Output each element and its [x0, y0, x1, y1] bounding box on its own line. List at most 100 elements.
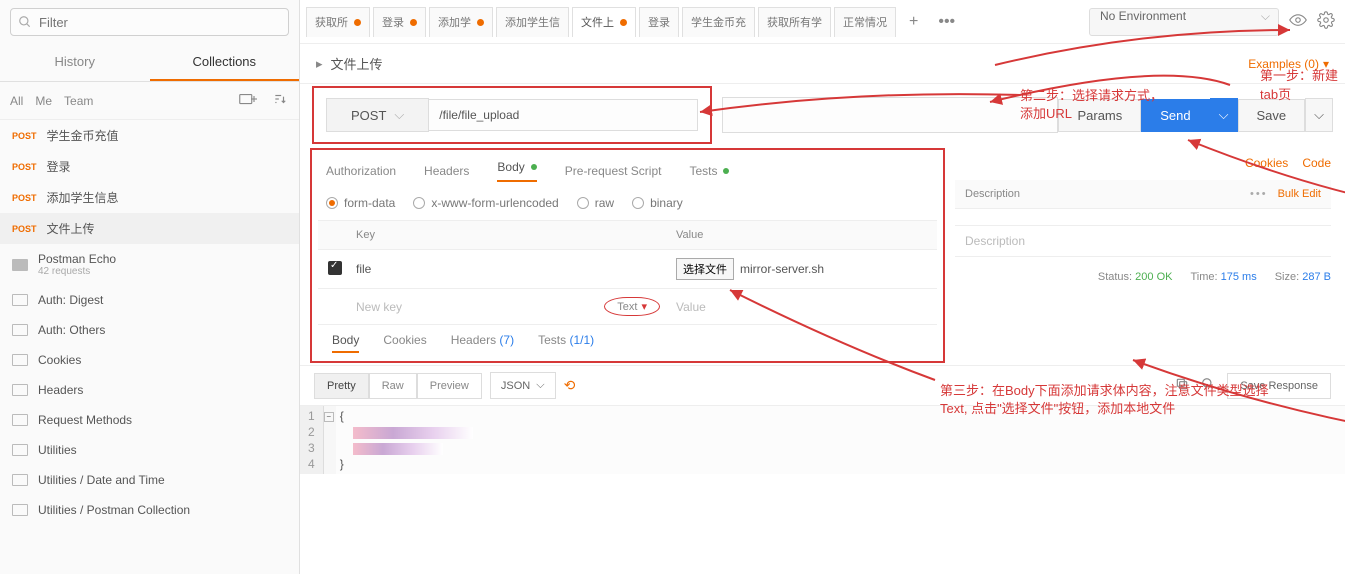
col-description: Description — [965, 188, 1225, 200]
url-input[interactable] — [429, 99, 698, 131]
folder-item[interactable]: Postman Echo42 requests — [0, 244, 299, 285]
folder-item[interactable]: Utilities / Date and Time — [0, 465, 299, 495]
indicator-dot-icon — [723, 168, 729, 174]
request-tab[interactable]: 获取所有学 — [758, 7, 831, 37]
folder-icon — [12, 444, 28, 456]
request-item[interactable]: POST添加学生信息 — [0, 182, 299, 213]
folder-icon — [12, 384, 28, 396]
copy-icon[interactable] — [1175, 377, 1189, 394]
filter-me[interactable]: Me — [35, 94, 52, 108]
col-key: Key — [356, 229, 676, 241]
request-tab[interactable]: 学生金币充 — [682, 7, 755, 37]
cookies-link[interactable]: Cookies — [1245, 156, 1288, 170]
sidebar: History Collections All Me Team POST学生金币… — [0, 0, 300, 574]
unsaved-dot-icon — [477, 19, 484, 26]
checkbox-icon[interactable] — [328, 261, 342, 275]
sort-icon[interactable] — [271, 90, 289, 111]
status-value: 200 OK — [1135, 271, 1172, 283]
new-tab-button[interactable]: + — [899, 13, 928, 31]
method-select[interactable]: POST⌵ — [326, 98, 429, 132]
type-select[interactable]: Text▾ — [604, 297, 660, 316]
environment-select[interactable]: No Environment⌵ — [1089, 8, 1279, 36]
tab-body[interactable]: Body — [497, 160, 536, 182]
tab-prerequest[interactable]: Pre-request Script — [565, 160, 662, 182]
examples-link[interactable]: Examples (0)▾ — [1248, 57, 1329, 71]
tab-overflow-button[interactable]: ••• — [928, 13, 965, 31]
radio-raw[interactable]: raw — [577, 196, 614, 210]
search-response-icon[interactable] — [1201, 377, 1215, 394]
save-chevron-button[interactable]: ⌵ — [1305, 98, 1333, 132]
indicator-dot-icon — [531, 164, 537, 170]
lang-select[interactable]: JSON⌵ — [490, 372, 556, 399]
raw-button[interactable]: Raw — [369, 373, 417, 399]
folder-icon — [12, 354, 28, 366]
file-select-button[interactable]: 选择文件 — [676, 258, 734, 280]
size-value: 287 B — [1302, 271, 1331, 283]
response-tab-body[interactable]: Body — [332, 333, 359, 353]
unsaved-dot-icon — [410, 19, 417, 26]
folder-icon — [12, 414, 28, 426]
request-tab[interactable]: 添加学 — [429, 7, 493, 37]
filter-team[interactable]: Team — [64, 94, 93, 108]
folder-item[interactable]: Utilities / Postman Collection — [0, 495, 299, 525]
more-icon[interactable]: ••• — [1250, 188, 1268, 200]
key-cell[interactable]: file — [356, 262, 676, 276]
kv-row-new[interactable]: New keyText▾ Value — [318, 289, 937, 325]
folder-item[interactable]: Auth: Digest — [0, 285, 299, 315]
radio-formdata[interactable]: form-data — [326, 196, 395, 210]
bulk-edit-link[interactable]: Bulk Edit — [1278, 188, 1321, 200]
request-item[interactable]: POST登录 — [0, 151, 299, 182]
request-item[interactable]: POST学生金币充值 — [0, 120, 299, 151]
send-button[interactable]: Send — [1141, 99, 1209, 132]
kv-row[interactable]: file 选择文件mirror-server.sh — [318, 250, 937, 289]
folder-icon — [12, 294, 28, 306]
response-body: 1234 − { } — [300, 405, 1345, 474]
fold-icon[interactable]: − — [324, 412, 334, 422]
request-tab[interactable]: 获取所 — [306, 7, 370, 37]
folder-item[interactable]: Request Methods — [0, 405, 299, 435]
send-chevron-button[interactable]: ⌵ — [1210, 98, 1238, 132]
new-collection-icon[interactable] — [237, 90, 259, 111]
tab-history[interactable]: History — [0, 44, 150, 81]
response-tab-cookies[interactable]: Cookies — [383, 333, 426, 353]
tab-headers[interactable]: Headers — [424, 160, 469, 182]
response-tab-tests[interactable]: Tests (1/1) — [538, 333, 594, 353]
unsaved-dot-icon — [620, 19, 627, 26]
folder-item[interactable]: Utilities — [0, 435, 299, 465]
preview-button[interactable]: Preview — [417, 373, 482, 399]
request-item[interactable]: POST文件上传 — [0, 213, 299, 244]
folder-item[interactable]: Cookies — [0, 345, 299, 375]
code-link[interactable]: Code — [1302, 156, 1331, 170]
folder-icon — [12, 474, 28, 486]
response-tab-headers[interactable]: Headers (7) — [451, 333, 514, 353]
request-tab[interactable]: 登录 — [373, 7, 426, 37]
folder-icon — [12, 259, 28, 271]
time-value: 175 ms — [1221, 271, 1257, 283]
redacted-content — [353, 427, 473, 439]
request-tab[interactable]: 正常情况 — [834, 7, 896, 37]
folder-icon — [12, 504, 28, 516]
request-tab[interactable]: 添加学生信 — [496, 7, 569, 37]
request-tab[interactable]: 登录 — [639, 7, 679, 37]
tab-authorization[interactable]: Authorization — [326, 160, 396, 182]
unsaved-dot-icon — [354, 19, 361, 26]
request-tabs: 获取所 登录 添加学 添加学生信 文件上 登录 学生金币充 获取所有学 正常情况… — [300, 7, 1079, 37]
wrap-icon[interactable]: ⟲ — [564, 377, 576, 394]
tab-collections[interactable]: Collections — [150, 44, 300, 81]
save-button[interactable]: Save — [1238, 99, 1306, 132]
filter-all[interactable]: All — [10, 94, 23, 108]
request-tab[interactable]: 文件上 — [572, 7, 636, 37]
radio-binary[interactable]: binary — [632, 196, 683, 210]
folder-item[interactable]: Headers — [0, 375, 299, 405]
tab-tests[interactable]: Tests — [689, 160, 729, 182]
params-button[interactable]: Params — [1058, 99, 1141, 132]
radio-urlencoded[interactable]: x-www-form-urlencoded — [413, 196, 558, 210]
folder-item[interactable]: Auth: Others — [0, 315, 299, 345]
eye-icon[interactable] — [1289, 11, 1307, 32]
pretty-button[interactable]: Pretty — [314, 373, 369, 399]
filter-input[interactable] — [10, 8, 289, 36]
save-response-button[interactable]: Save Response — [1227, 373, 1331, 399]
gear-icon[interactable] — [1317, 11, 1335, 32]
folder-icon — [12, 324, 28, 336]
main: 获取所 登录 添加学 添加学生信 文件上 登录 学生金币充 获取所有学 正常情况… — [300, 0, 1345, 574]
